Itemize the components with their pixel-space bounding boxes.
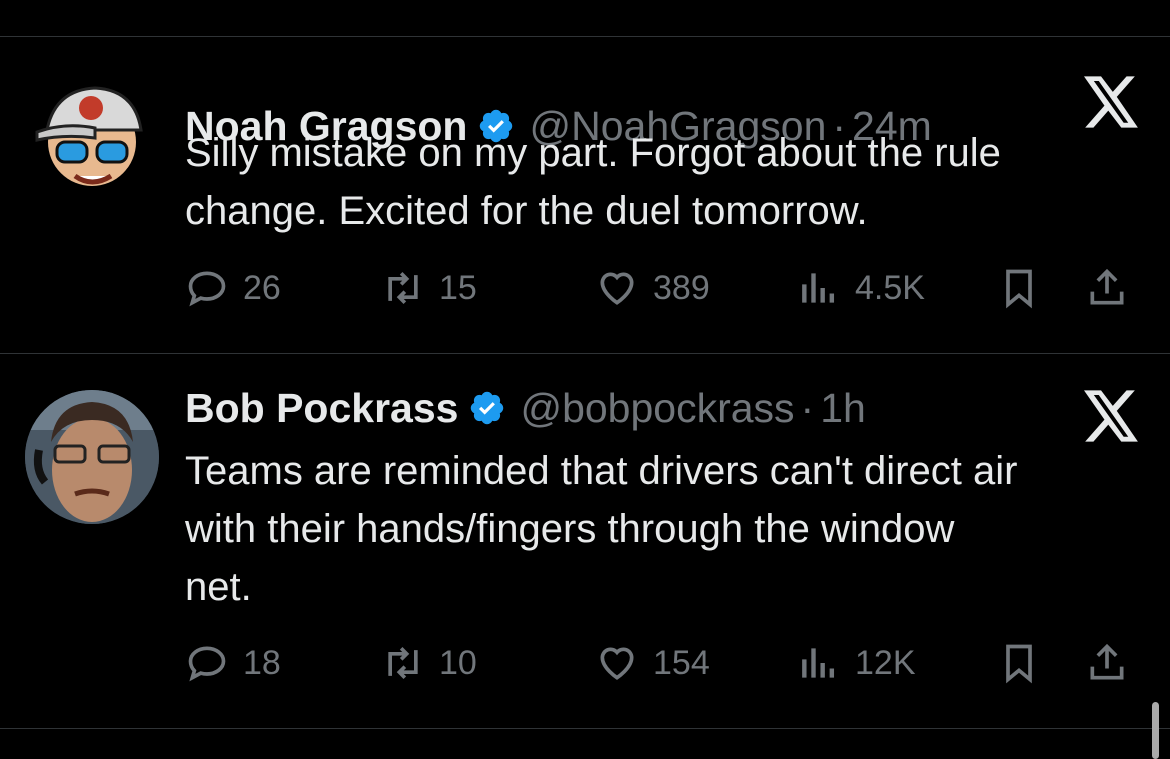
x-logo-icon	[1084, 76, 1138, 128]
views-button[interactable]: 12K	[797, 638, 916, 688]
like-button[interactable]: 389	[595, 263, 710, 313]
view-count: 12K	[855, 643, 916, 682]
retweet-count: 10	[439, 643, 477, 682]
like-count: 389	[653, 268, 710, 307]
verified-badge-icon	[471, 391, 504, 425]
share-icon	[1090, 643, 1124, 680]
bookmark-icon	[1006, 644, 1032, 684]
reply-icon	[188, 271, 226, 307]
like-button[interactable]: 154	[595, 638, 710, 688]
tweet-text: Silly mistake on my part. Forgot about t…	[185, 131, 1001, 233]
tweet-header: Bob Pockrass @bobpockrass · 1h	[185, 378, 866, 438]
bookmark-button[interactable]	[997, 263, 1055, 313]
like-count: 154	[653, 643, 710, 682]
avatar[interactable]	[25, 72, 159, 206]
bottom-divider	[0, 728, 1170, 729]
views-icon	[802, 273, 835, 303]
reply-count: 26	[243, 268, 281, 307]
retweet-icon	[388, 647, 418, 679]
tweet-bob-pockrass[interactable]: Bob Pockrass @bobpockrass · 1h Teams are…	[0, 354, 1170, 728]
views-icon	[802, 648, 835, 678]
like-icon	[600, 647, 634, 680]
reply-count: 18	[243, 643, 281, 682]
bookmark-icon	[1006, 269, 1032, 309]
tweet-text: Teams are reminded that drivers can't di…	[185, 449, 1018, 609]
share-icon	[1090, 268, 1124, 305]
share-button[interactable]	[1085, 638, 1143, 688]
retweet-icon	[388, 272, 418, 304]
avatar[interactable]	[25, 390, 159, 524]
scrollbar[interactable]	[1152, 702, 1159, 759]
x-logo-icon	[1084, 390, 1138, 442]
like-icon	[600, 272, 634, 305]
share-button[interactable]	[1085, 263, 1143, 313]
handle[interactable]: @bobpockrass	[520, 385, 794, 432]
separator-dot: ·	[800, 384, 815, 431]
timestamp[interactable]: 1h	[820, 385, 866, 432]
view-count: 4.5K	[855, 268, 925, 307]
display-name[interactable]: Bob Pockrass	[185, 385, 458, 432]
retweet-count: 15	[439, 268, 477, 307]
retweet-button[interactable]: 15	[381, 263, 477, 313]
retweet-button[interactable]: 10	[381, 638, 477, 688]
views-button[interactable]: 4.5K	[797, 263, 925, 313]
reply-button[interactable]: 26	[185, 263, 281, 313]
tweet-noah-gragson[interactable]: Noah Gragson @NoahGragson · 24m Silly mi…	[0, 36, 1170, 354]
action-bar: 26 15 389 4.5K	[185, 263, 1145, 313]
reply-icon	[188, 646, 226, 682]
reply-button[interactable]: 18	[185, 638, 281, 688]
bookmark-button[interactable]	[997, 638, 1055, 688]
action-bar: 18 10 154 12K	[185, 638, 1145, 688]
